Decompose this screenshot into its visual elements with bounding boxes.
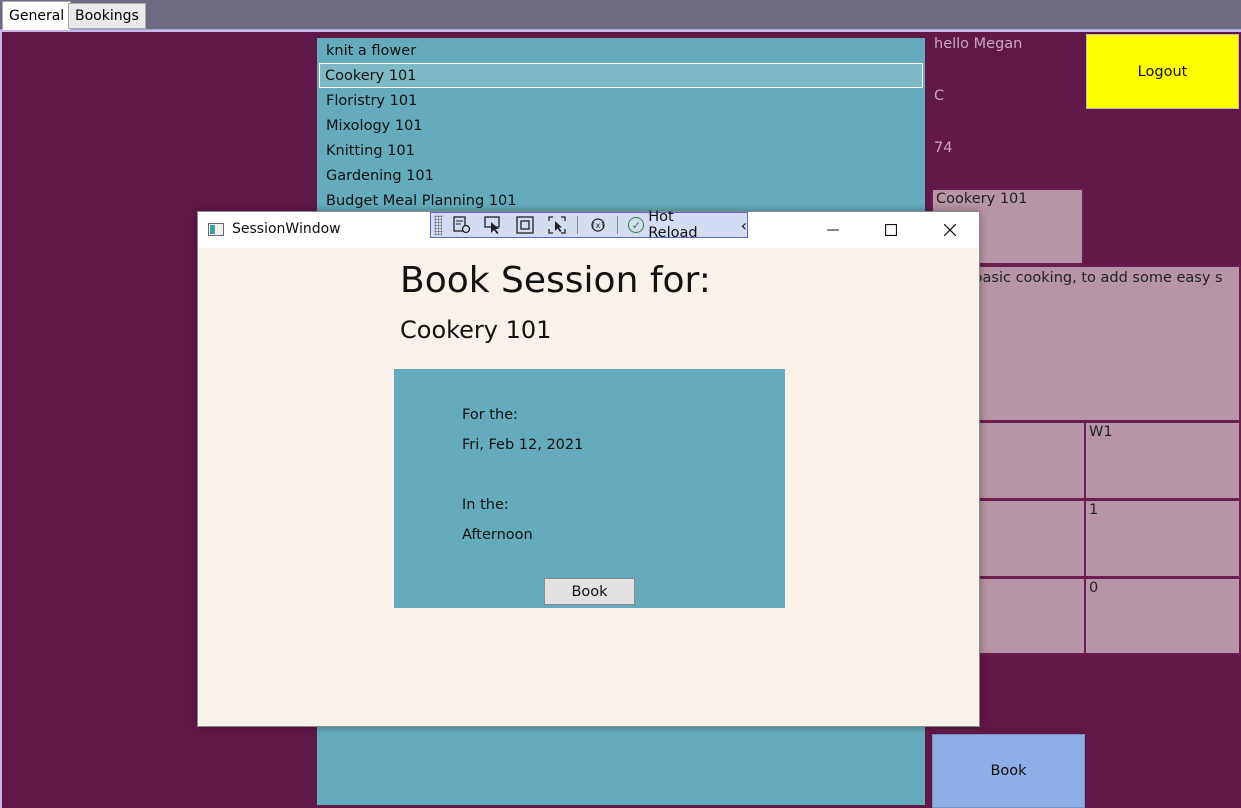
detail-grid-cell: 1 (1084, 499, 1241, 578)
in-label: In the: (462, 497, 509, 513)
window-app-icon (208, 223, 224, 236)
user-number-text: 74 (934, 140, 953, 156)
minimize-button[interactable] (804, 212, 862, 248)
toolbar-separator (576, 216, 578, 234)
close-icon (944, 224, 956, 236)
list-item[interactable]: Floristry 101 (317, 88, 925, 113)
booking-panel: For the: Fri, Feb 12, 2021 In the: After… (394, 369, 785, 608)
dialog-book-button[interactable]: Book (544, 578, 635, 605)
logout-button[interactable]: Logout (1086, 34, 1239, 109)
svg-text:{x}: {x} (590, 221, 605, 230)
close-button[interactable] (921, 212, 979, 248)
hot-reload-toolbar: {x} ✓ Hot Reload ‹ (430, 209, 748, 241)
list-item[interactable]: Gardening 101 (317, 163, 925, 188)
tab-general[interactable]: General (2, 1, 72, 30)
maximize-button[interactable] (862, 212, 920, 248)
select-element-icon[interactable] (482, 214, 506, 236)
title-bar[interactable]: SessionWindow {x} ✓ Hot Reload ‹ (198, 209, 979, 248)
detail-grid-cell: 0 (1084, 577, 1241, 655)
minimize-icon (827, 229, 839, 231)
detail-grid-text: W1 (1089, 424, 1113, 440)
hot-reload-label[interactable]: Hot Reload (648, 209, 726, 241)
book-button[interactable]: Book (932, 734, 1085, 808)
tab-strip: General Bookings (0, 0, 1241, 30)
list-item[interactable]: Mixology 101 (317, 113, 925, 138)
maximize-icon (885, 224, 897, 236)
list-item[interactable]: knit a flower (317, 38, 925, 63)
tab-bookings[interactable]: Bookings (68, 3, 146, 29)
display-layout-adorners-icon[interactable] (513, 214, 537, 236)
dialog-heading: Book Session for: (400, 260, 711, 301)
for-label: For the: (462, 407, 518, 423)
dialog-session-name: Cookery 101 (400, 316, 552, 344)
booking-time-of-day: Afternoon (462, 527, 533, 543)
detail-grid-text: 1 (1089, 502, 1099, 518)
grip-icon[interactable] (434, 215, 442, 235)
session-window: SessionWindow {x} ✓ Hot Reload ‹ Book Se… (197, 209, 980, 727)
track-focused-element-icon[interactable] (545, 214, 569, 236)
binding-failures-icon[interactable]: {x} (586, 214, 610, 236)
list-item[interactable]: Budget Meal Planning 101 (317, 188, 925, 213)
toolbar-separator (617, 216, 619, 234)
list-item[interactable]: Knitting 101 (317, 138, 925, 163)
live-visual-tree-icon[interactable] (450, 214, 474, 236)
greeting-text: hello Megan (934, 36, 1023, 52)
detail-grid-text: 0 (1089, 580, 1099, 596)
booking-date: Fri, Feb 12, 2021 (462, 437, 584, 453)
hot-reload-check-icon: ✓ (628, 217, 645, 233)
user-initial-text: C (934, 88, 945, 104)
window-title: SessionWindow (232, 221, 341, 237)
detail-grid-cell: W1 (1084, 421, 1241, 500)
collapse-toolbar-icon[interactable]: ‹ (741, 216, 747, 235)
list-item-selected[interactable]: Cookery 101 (319, 63, 923, 88)
detail-title: Cookery 101 (936, 191, 1028, 207)
